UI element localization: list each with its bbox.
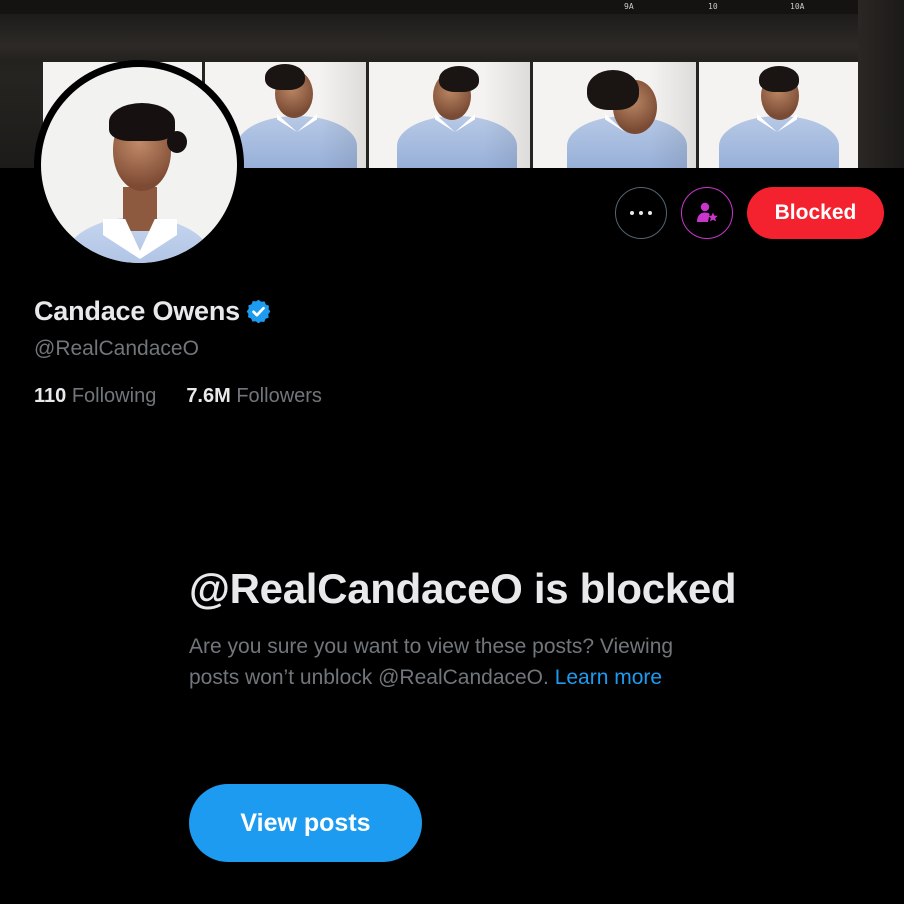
- profile-name-row: Candace Owens: [34, 296, 272, 327]
- blocked-button[interactable]: Blocked: [747, 187, 884, 239]
- more-options-button[interactable]: [615, 187, 667, 239]
- blocked-notice-body: Are you sure you want to view these post…: [189, 631, 729, 693]
- following-count: 110: [34, 385, 67, 407]
- followers-link[interactable]: 7.6M Followers: [186, 385, 322, 408]
- profile-stats: 110 Following 7.6M Followers: [34, 385, 352, 408]
- frame-number: 9A: [624, 2, 634, 11]
- following-label: Following: [71, 385, 157, 407]
- more-horizontal-icon: [628, 211, 655, 215]
- display-name: Candace Owens: [34, 296, 240, 326]
- banner-photo-frame: [366, 62, 533, 168]
- avatar-photo: [41, 67, 237, 263]
- learn-more-link[interactable]: Learn more: [555, 666, 662, 689]
- banner-photo-frame: [530, 62, 699, 168]
- verified-badge-icon[interactable]: [245, 298, 272, 325]
- profile-handle: @RealCandaceO: [34, 337, 199, 360]
- person-star-icon: [697, 202, 718, 222]
- view-posts-button[interactable]: View posts: [189, 784, 422, 862]
- frame-number: 10A: [790, 2, 805, 11]
- subscribe-button[interactable]: [681, 187, 733, 239]
- film-strip-edge: 9A 10 10A: [0, 0, 904, 14]
- blocked-notice-title: @RealCandaceO is blocked: [189, 565, 737, 612]
- avatar[interactable]: [34, 60, 244, 270]
- frame-number: 10: [708, 2, 718, 11]
- following-link[interactable]: 110 Following: [34, 385, 156, 408]
- banner-photo-frame: [696, 62, 861, 168]
- followers-count: 7.6M: [186, 385, 231, 407]
- film-strip-border: [858, 0, 904, 168]
- blocked-notice: @RealCandaceO is blocked Are you sure yo…: [189, 563, 749, 693]
- film-strip-border: [0, 14, 904, 60]
- followers-label: Followers: [236, 385, 322, 407]
